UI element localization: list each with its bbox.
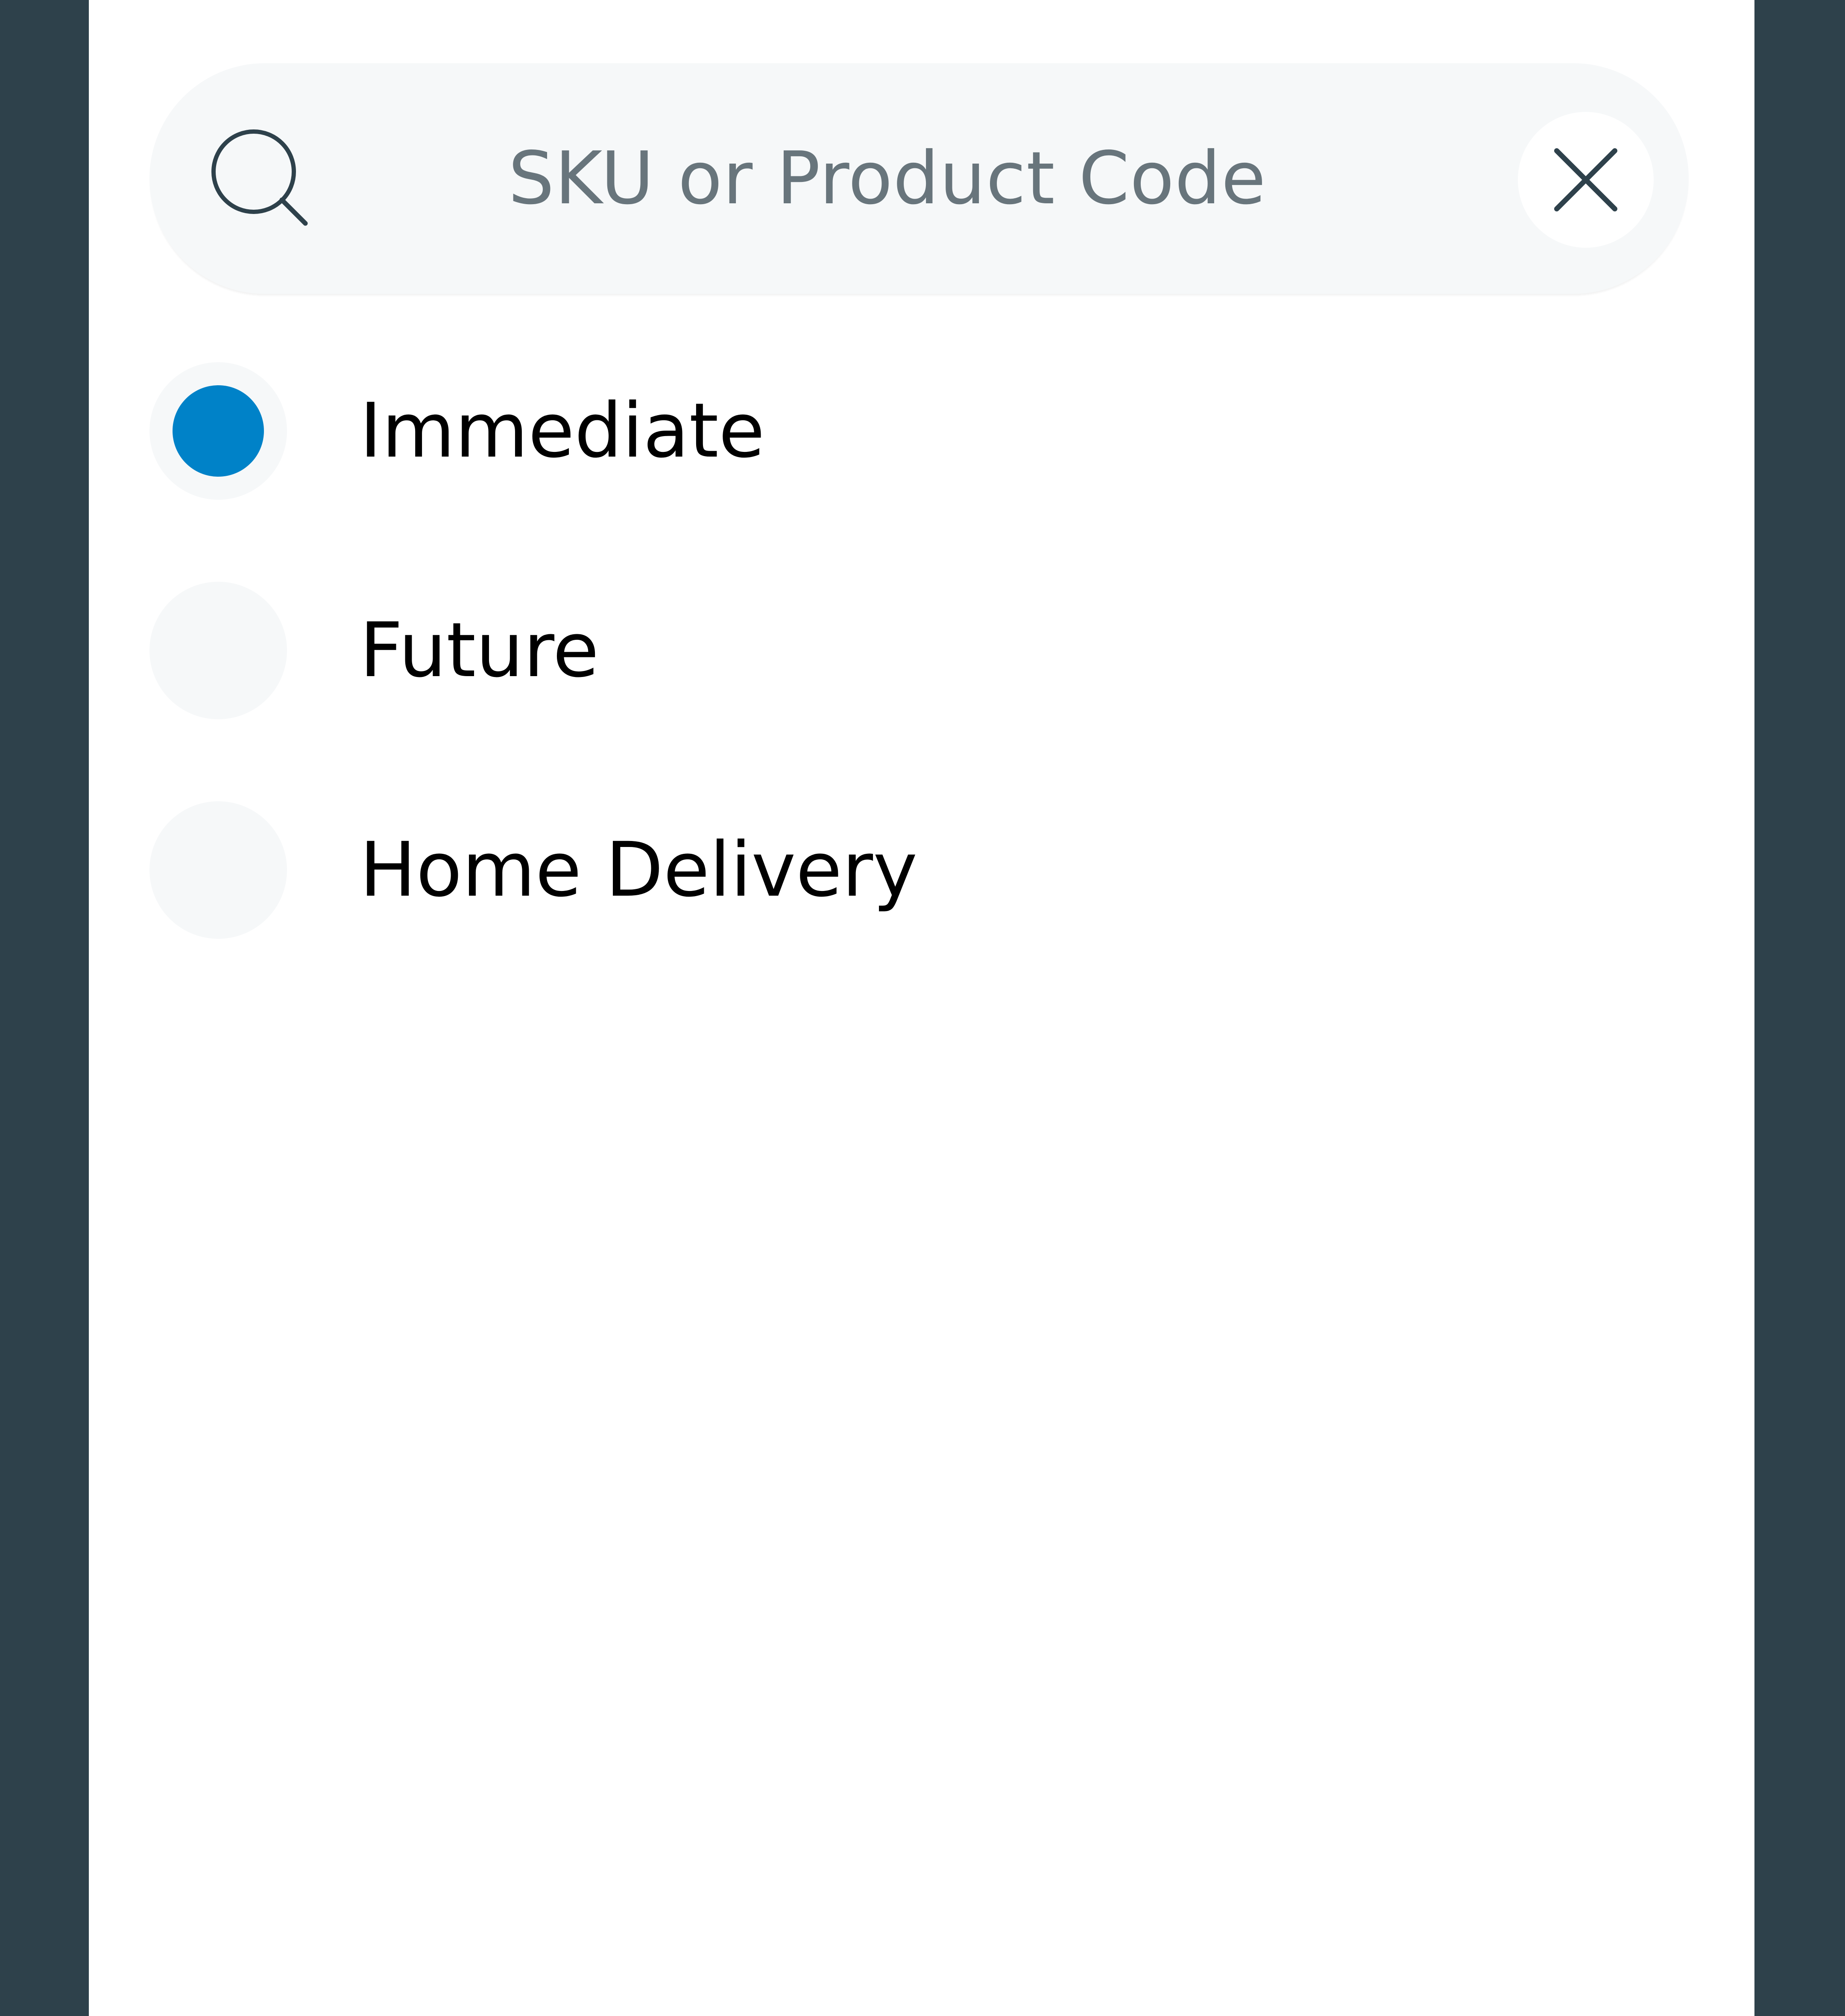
fulfillment-panel: Immediate Future Home Delivery xyxy=(89,0,1754,2016)
radio-selected-dot xyxy=(173,385,264,477)
option-label: Future xyxy=(360,607,599,694)
close-icon xyxy=(1554,148,1617,211)
option-future[interactable]: Future xyxy=(149,582,1644,719)
search-bar xyxy=(149,63,1689,294)
clear-search-button[interactable] xyxy=(1518,112,1654,248)
option-label: Immediate xyxy=(360,387,765,475)
radio-immediate[interactable] xyxy=(149,362,287,500)
search-icon xyxy=(209,127,312,230)
option-home-delivery[interactable]: Home Delivery xyxy=(149,801,1644,939)
option-label: Home Delivery xyxy=(360,826,918,914)
radio-future[interactable] xyxy=(149,582,287,719)
option-immediate[interactable]: Immediate xyxy=(149,362,1644,500)
radio-home-delivery[interactable] xyxy=(149,801,287,939)
search-input[interactable] xyxy=(149,63,1689,294)
